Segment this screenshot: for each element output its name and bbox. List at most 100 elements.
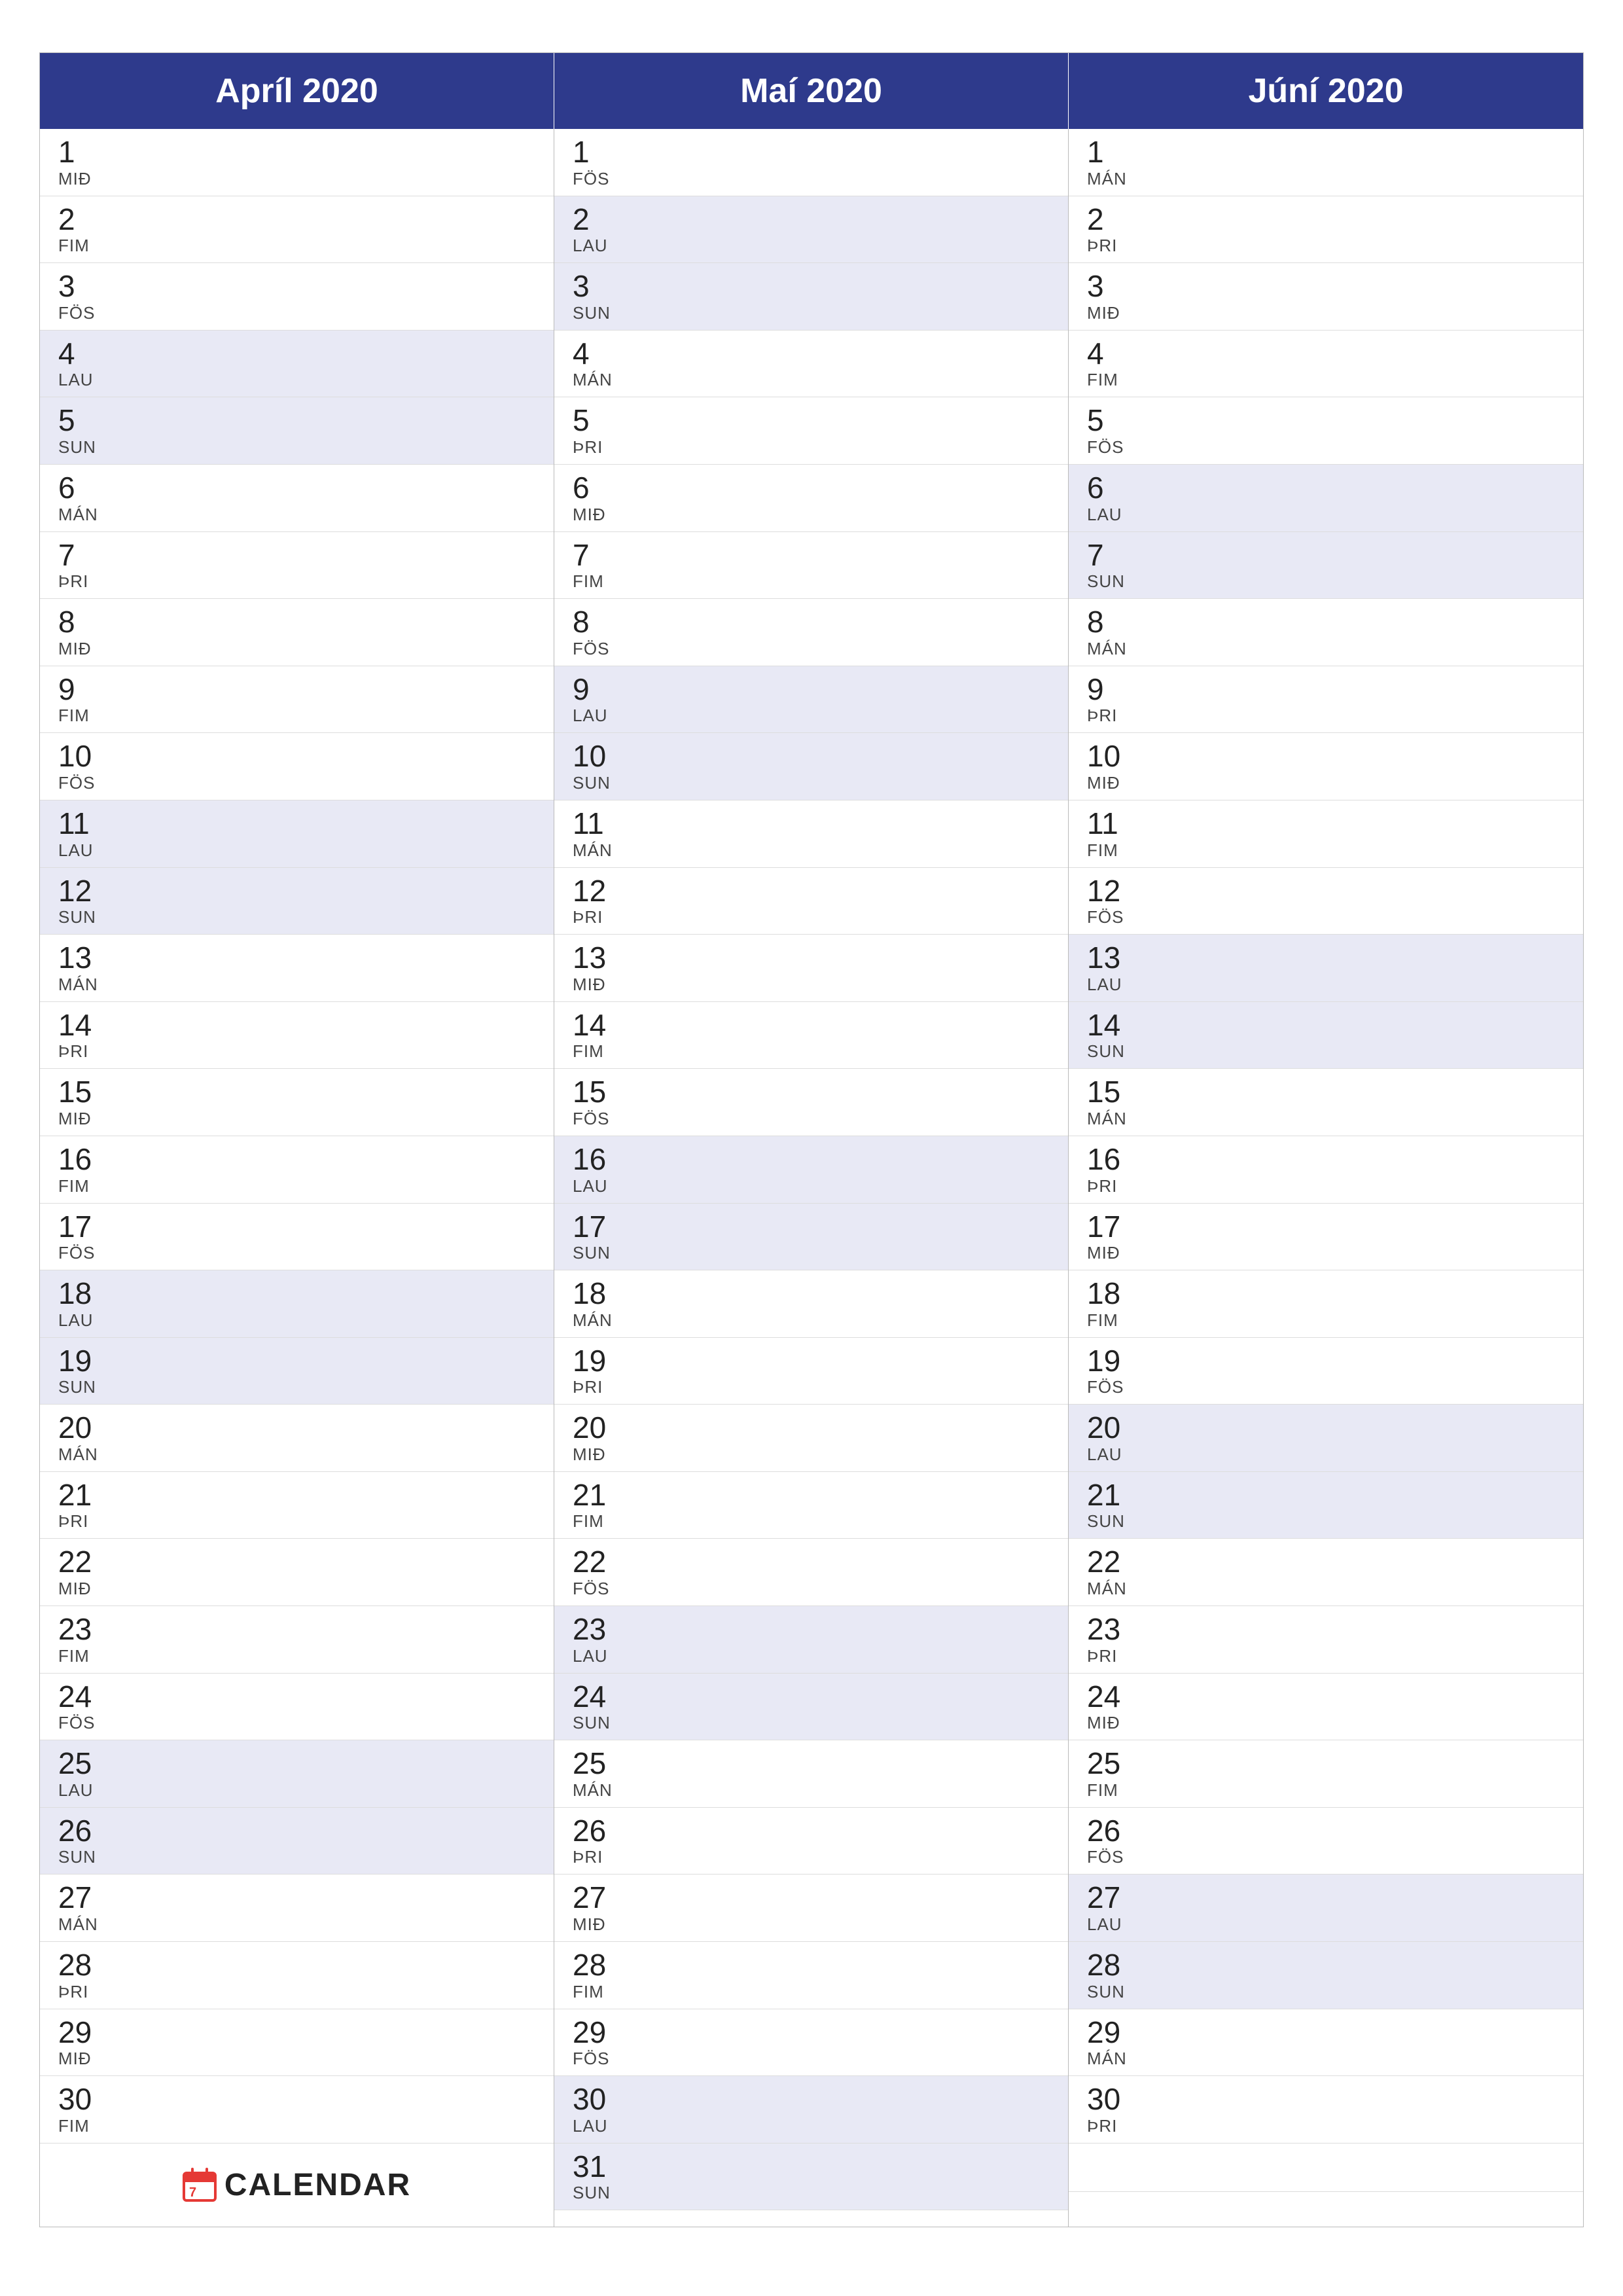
day-name: MÁN bbox=[1087, 1579, 1565, 1599]
day-name: ÞRI bbox=[573, 1847, 1050, 1867]
day-number: 18 bbox=[573, 1277, 1050, 1310]
calendar-icon: 7 bbox=[183, 2168, 217, 2202]
day-number: 27 bbox=[1087, 1881, 1565, 1914]
day-row: 5ÞRI bbox=[554, 397, 1068, 465]
day-name: MIÐ bbox=[58, 169, 535, 189]
day-number: 19 bbox=[58, 1344, 535, 1378]
day-number: 26 bbox=[58, 1814, 535, 1848]
day-name: ÞRI bbox=[58, 1511, 535, 1532]
day-name: ÞRI bbox=[573, 437, 1050, 457]
day-name: FÖS bbox=[1087, 1377, 1565, 1397]
day-row: 5FÖS bbox=[1069, 397, 1583, 465]
day-row: 30ÞRI bbox=[1069, 2076, 1583, 2144]
day-name: FÖS bbox=[58, 1713, 535, 1733]
day-name: SUN bbox=[1087, 1982, 1565, 2002]
day-number: 10 bbox=[573, 740, 1050, 773]
day-number: 16 bbox=[58, 1143, 535, 1176]
day-row: 30FIM bbox=[40, 2076, 554, 2144]
day-name: LAU bbox=[573, 2116, 1050, 2136]
day-row: 12ÞRI bbox=[554, 868, 1068, 935]
day-number: 25 bbox=[573, 1747, 1050, 1780]
calendar-header: Apríl 2020Maí 2020Júní 2020 bbox=[40, 53, 1583, 129]
day-name: LAU bbox=[573, 236, 1050, 256]
day-name: SUN bbox=[1087, 571, 1565, 592]
day-number: 22 bbox=[58, 1545, 535, 1579]
day-number: 20 bbox=[58, 1411, 535, 1444]
day-number: 1 bbox=[58, 135, 535, 169]
day-number: 4 bbox=[58, 337, 535, 370]
day-row: 2LAU bbox=[554, 196, 1068, 264]
month-header-1: Maí 2020 bbox=[554, 53, 1069, 129]
day-row: 12SUN bbox=[40, 868, 554, 935]
day-number: 20 bbox=[573, 1411, 1050, 1444]
day-name: FIM bbox=[573, 1511, 1050, 1532]
day-row: 23ÞRI bbox=[1069, 1606, 1583, 1674]
day-row: 30LAU bbox=[554, 2076, 1068, 2144]
day-name: SUN bbox=[58, 1847, 535, 1867]
day-row: 9FIM bbox=[40, 666, 554, 734]
day-row: 29MÁN bbox=[1069, 2009, 1583, 2077]
day-number: 29 bbox=[58, 2016, 535, 2049]
day-number: 10 bbox=[1087, 740, 1565, 773]
svg-text:7: 7 bbox=[189, 2185, 196, 2200]
day-row: 10FÖS bbox=[40, 733, 554, 800]
calendar-body: 1MIÐ2FIM3FÖS4LAU5SUN6MÁN7ÞRI8MIÐ9FIM10FÖ… bbox=[40, 129, 1583, 2227]
day-number: 30 bbox=[1087, 2083, 1565, 2116]
day-row: 1MIÐ bbox=[40, 129, 554, 196]
day-number: 17 bbox=[1087, 1210, 1565, 1244]
day-name: LAU bbox=[573, 1176, 1050, 1196]
day-number: 29 bbox=[573, 2016, 1050, 2049]
day-row: 17FÖS bbox=[40, 1204, 554, 1271]
day-row: 16ÞRI bbox=[1069, 1136, 1583, 1204]
day-name: MÁN bbox=[573, 1310, 1050, 1331]
day-name: SUN bbox=[1087, 1511, 1565, 1532]
day-name: MÁN bbox=[58, 1914, 535, 1935]
day-row: 19FÖS bbox=[1069, 1338, 1583, 1405]
day-number: 13 bbox=[1087, 941, 1565, 975]
day-row: 13MÁN bbox=[40, 935, 554, 1002]
day-name: FÖS bbox=[1087, 907, 1565, 927]
day-row: 3FÖS bbox=[40, 263, 554, 331]
day-number: 4 bbox=[573, 337, 1050, 370]
day-name: LAU bbox=[58, 840, 535, 861]
day-name: FIM bbox=[1087, 1310, 1565, 1331]
day-name: LAU bbox=[1087, 975, 1565, 995]
day-row: 28FIM bbox=[554, 1942, 1068, 2009]
day-number: 17 bbox=[58, 1210, 535, 1244]
day-number: 3 bbox=[58, 270, 535, 303]
day-row: 5SUN bbox=[40, 397, 554, 465]
day-name: FÖS bbox=[573, 1109, 1050, 1129]
day-number: 10 bbox=[58, 740, 535, 773]
day-row: 11LAU bbox=[40, 800, 554, 868]
day-number: 28 bbox=[1087, 1948, 1565, 1982]
day-name: ÞRI bbox=[58, 1982, 535, 2002]
day-row: 19SUN bbox=[40, 1338, 554, 1405]
day-name: MIÐ bbox=[1087, 1243, 1565, 1263]
day-row: 18LAU bbox=[40, 1270, 554, 1338]
day-name: FIM bbox=[58, 706, 535, 726]
month-column-1: 1FÖS2LAU3SUN4MÁN5ÞRI6MIÐ7FIM8FÖS9LAU10SU… bbox=[554, 129, 1069, 2227]
day-row: 21SUN bbox=[1069, 1472, 1583, 1539]
day-row: 25MÁN bbox=[554, 1740, 1068, 1808]
logo-text: CALENDAR bbox=[224, 2167, 411, 2203]
day-name: MÁN bbox=[1087, 169, 1565, 189]
day-row: 20MÁN bbox=[40, 1405, 554, 1472]
day-row: 26ÞRI bbox=[554, 1808, 1068, 1875]
day-number: 4 bbox=[1087, 337, 1565, 370]
day-number: 16 bbox=[1087, 1143, 1565, 1176]
month-header-2: Júní 2020 bbox=[1069, 53, 1583, 129]
day-number: 22 bbox=[573, 1545, 1050, 1579]
day-name: ÞRI bbox=[1087, 706, 1565, 726]
day-name: ÞRI bbox=[1087, 2116, 1565, 2136]
day-number: 18 bbox=[1087, 1277, 1565, 1310]
day-number: 2 bbox=[573, 203, 1050, 236]
day-number: 6 bbox=[58, 471, 535, 505]
day-number: 1 bbox=[1087, 135, 1565, 169]
empty-cell bbox=[1069, 2144, 1583, 2192]
day-row: 20LAU bbox=[1069, 1405, 1583, 1472]
day-name: FIM bbox=[1087, 1780, 1565, 1801]
day-name: LAU bbox=[58, 1310, 535, 1331]
day-number: 21 bbox=[573, 1479, 1050, 1512]
day-name: MIÐ bbox=[58, 1109, 535, 1129]
day-name: ÞRI bbox=[58, 571, 535, 592]
